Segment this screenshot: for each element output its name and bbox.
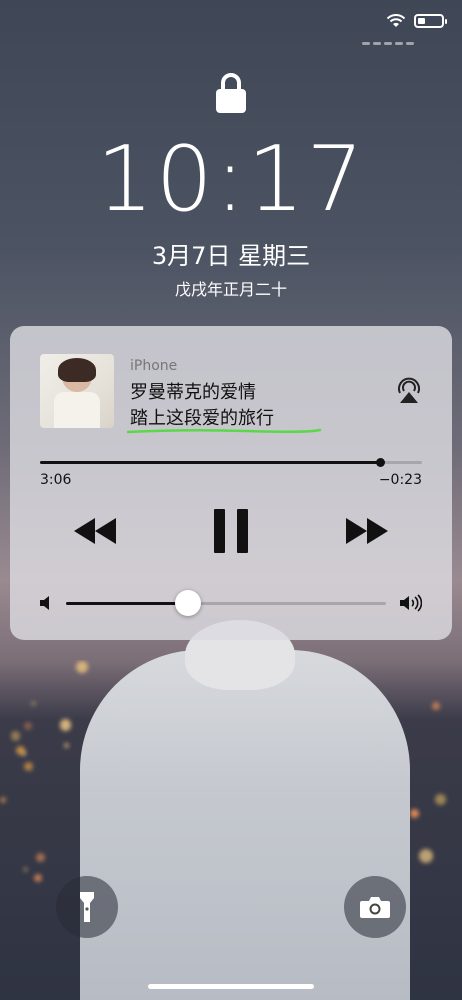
home-indicator[interactable] (148, 984, 314, 989)
album-title: 踏上这段爱的旅行 (130, 408, 274, 429)
bokeh-light (35, 853, 45, 863)
bokeh-light (22, 866, 29, 873)
handwritten-underline (126, 428, 322, 434)
now-playing-widget[interactable]: iPhone 罗曼蒂克的爱情 踏上这段爱的旅行 3:06 −0:23 (10, 326, 452, 640)
pause-icon[interactable] (214, 509, 248, 553)
lunar-date: 戊戌年正月二十 (174, 280, 287, 299)
bokeh-light (10, 731, 21, 741)
bokeh-light (409, 809, 419, 819)
camera-button[interactable] (344, 876, 406, 938)
bokeh-light (75, 660, 89, 674)
wallpaper-figure (80, 620, 410, 1000)
remaining-time: −0:23 (378, 472, 422, 488)
rewind-icon[interactable] (74, 518, 116, 544)
volume-low-icon (40, 596, 49, 610)
airplay-icon[interactable] (396, 376, 422, 404)
bokeh-light (63, 743, 69, 748)
bokeh-light (34, 874, 43, 883)
battery-icon (414, 14, 447, 28)
bokeh-light (23, 761, 34, 772)
bokeh-light (431, 701, 441, 711)
fast-forward-icon[interactable] (346, 518, 388, 544)
bokeh-light (15, 745, 26, 755)
track-title: 罗曼蒂克的爱情 (130, 382, 256, 403)
progress-scrubber[interactable] (375, 458, 385, 467)
bokeh-light (59, 719, 71, 731)
bokeh-light (0, 797, 7, 803)
bokeh-light (23, 721, 33, 731)
clock-date: 3月7日 星期三 (151, 242, 311, 270)
volume-slider[interactable] (66, 590, 386, 616)
elapsed-time: 3:06 (40, 472, 72, 488)
volume-knob[interactable] (174, 590, 201, 616)
lock-icon (216, 73, 246, 113)
output-device-label: iPhone (130, 358, 178, 374)
flashlight-button[interactable] (56, 876, 118, 938)
bokeh-light (30, 700, 36, 706)
clock-time: 10:17 (96, 127, 366, 232)
bokeh-light (418, 849, 433, 863)
playback-progress-bar[interactable] (40, 458, 422, 467)
bokeh-light (434, 794, 446, 806)
status-bar (386, 14, 447, 28)
album-art[interactable] (40, 354, 114, 428)
control-center-indicator[interactable] (362, 42, 414, 45)
wifi-icon (386, 14, 406, 27)
flashlight-icon (80, 892, 94, 922)
camera-icon (360, 897, 390, 918)
volume-high-icon (400, 594, 422, 612)
